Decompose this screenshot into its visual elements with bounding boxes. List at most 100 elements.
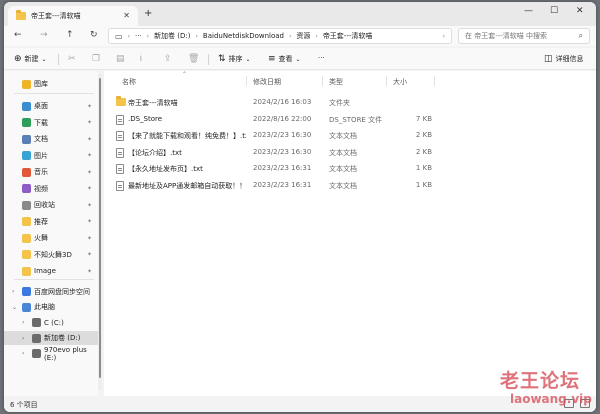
sidebar-item[interactable]: › 百度网盘同步空间 [4,285,98,299]
sidebar-item[interactable]: 图库 [4,77,98,91]
file-row[interactable]: 【来了就能下载和观看！纯免费！】.txt 2023/2/23 16:30 文本文档 2… [110,128,590,142]
column-header-type[interactable]: 类型 [329,77,343,87]
minimize-button[interactable]: — [524,6,533,16]
file-icon [116,180,124,191]
file-size: 7 KB [415,114,432,123]
breadcrumb-resources[interactable]: 资源 [296,31,310,41]
sidebar-item-label: 图片 [34,151,48,160]
refresh-button[interactable]: ↻ [90,30,98,40]
sidebar-item-label: C (C:) [44,318,64,327]
folder-icon [22,233,31,243]
search-box[interactable]: ⌕ [458,28,590,44]
search-input[interactable] [465,32,573,40]
sidebar-scrollbar[interactable] [98,74,102,390]
rename-button[interactable]: Ꭵ [140,54,142,64]
file-type: 文本文档 [329,165,357,173]
sidebar-item[interactable]: ⌄ 此电脑 [4,300,98,314]
file-row[interactable]: .DS_Store 2022/8/16 22:00 DS_STORE 文件 7 KB [110,112,590,126]
new-button[interactable]: ⊕ 新建 ⌄ [14,54,47,64]
sort-label: 排序 [228,55,243,63]
share-icon: ⇪ [164,54,172,64]
sidebar-item[interactable]: 下载 ✦ [4,116,98,130]
tab-current-folder[interactable]: 帝王套---清软喵 ✕ [8,6,138,26]
folder-icon [22,151,31,160]
column-divider[interactable] [322,76,323,86]
sidebar-item[interactable]: 桌面 ✦ [4,99,98,113]
file-type: 文本文档 [329,132,357,140]
folder-icon [22,118,31,127]
file-row[interactable]: 最新地址及APP通发邮箱自动获取！！！... 2023/2/23 16:31 文本文… [110,178,590,192]
file-modified: 2023/2/23 16:31 [253,164,312,172]
details-view-icon[interactable] [564,399,574,408]
sidebar-item[interactable]: 视频 ✦ [4,182,98,196]
share-button[interactable]: ⇪ [164,54,172,64]
file-modified: 2023/2/23 16:31 [253,180,312,189]
column-header-name[interactable]: 名称 [122,77,136,87]
chevron-right-icon[interactable]: › [22,350,24,357]
chevron-right-icon[interactable]: › [443,33,445,40]
view-button[interactable]: ≡ 查看 ⌄ [268,54,301,64]
breadcrumb-download-folder[interactable]: BaiduNetdiskDownload [203,32,284,40]
divider [58,54,59,65]
sidebar-item-label: 回收站 [34,201,55,209]
delete-button[interactable]: 🗑 [188,54,199,64]
sidebar-item[interactable]: 不知火舞3D ✦ [4,248,98,262]
column-divider[interactable] [434,76,435,86]
chevron-right-icon[interactable]: › [12,288,14,295]
chevron-down-icon[interactable]: ⌄ [12,304,17,311]
sidebar-item[interactable]: 火舞 ✦ [4,231,98,245]
sidebar-item[interactable]: 回收站 ✦ [4,198,98,212]
close-window-button[interactable]: ✕ [576,6,584,16]
sidebar-item[interactable]: › C (C:) [4,316,98,330]
tiles-view-icon[interactable] [580,399,590,408]
copy-icon: ❐ [92,54,101,64]
column-divider[interactable] [386,76,387,86]
scissors-icon: ✂ [68,54,76,64]
chevron-down-icon: ⌄ [245,55,251,63]
gallery-icon [22,79,31,89]
chevron-right-icon[interactable]: › [22,335,24,342]
file-row[interactable]: 【永久地址发布页】.txt 2023/2/23 16:31 文本文档 1 KB [110,161,590,175]
sidebar-item-label: 下载 [34,118,48,127]
cut-button[interactable]: ✂ [68,54,76,64]
chevron-right-icon[interactable]: › [22,319,24,326]
folder-icon [22,250,31,259]
folder-icon [22,266,31,276]
back-button[interactable]: ← [14,30,22,40]
breadcrumb-more[interactable]: ··· [135,32,142,40]
new-tab-button[interactable]: + [144,8,152,19]
file-list: 名称 ⌃ 修改日期 类型 大小 帝王套---清软喵 2024/2/16 16:03… [104,71,596,396]
sidebar-item[interactable]: 文档 ✦ [4,132,98,146]
column-header-size[interactable]: 大小 [393,77,407,87]
sort-icon: ⇅ [218,54,226,64]
tab-title: 帝王套---清软喵 [31,12,81,20]
scrollbar-thumb[interactable] [99,78,101,378]
more-options-button[interactable]: ··· [318,54,325,62]
sort-button[interactable]: ⇅ 排序 ⌄ [218,54,251,64]
chevron-down-icon: ⌄ [295,55,301,63]
breadcrumb-current[interactable]: 帝王套---清软喵 [323,31,373,41]
sidebar-item[interactable]: 推荐 ✦ [4,215,98,229]
breadcrumb-drive[interactable]: 新加卷 (D:) [154,31,190,41]
column-header-modified[interactable]: 修改日期 [253,77,281,87]
file-icon [116,131,124,141]
sidebar-item[interactable]: › 970evo plus (E:) [4,346,98,362]
up-button[interactable]: ↑ [66,30,74,40]
copy-button[interactable]: ❐ [92,54,100,64]
sidebar-item-label: Image [34,267,56,275]
paste-button[interactable]: ▤ [116,54,125,64]
file-row[interactable]: 帝王套---清软喵 2024/2/16 16:03 文件夹 [110,95,590,109]
address-bar[interactable]: ▭ › ··· › 新加卷 (D:) › BaiduNetdiskDownloa… [108,28,452,44]
forward-button[interactable]: → [40,30,48,40]
maximize-button[interactable]: ☐ [550,6,558,16]
tab-close-icon[interactable]: ✕ [123,11,130,20]
sidebar-item[interactable]: › 新加卷 (D:) [4,331,98,345]
sidebar-item[interactable]: 音乐 ✦ [4,165,98,179]
sidebar-item[interactable]: Image ✦ [4,264,98,278]
file-row[interactable]: 【论坛介绍】.txt 2023/2/23 16:30 文本文档 2 KB [110,145,590,159]
file-name: 帝王套---清软喵 [128,99,178,107]
details-pane-button[interactable]: ◫ 详细信息 [544,54,584,64]
sidebar-item-label: 新加卷 (D:) [44,334,81,342]
sidebar-item[interactable]: 图片 ✦ [4,149,98,163]
column-divider[interactable] [246,76,247,86]
